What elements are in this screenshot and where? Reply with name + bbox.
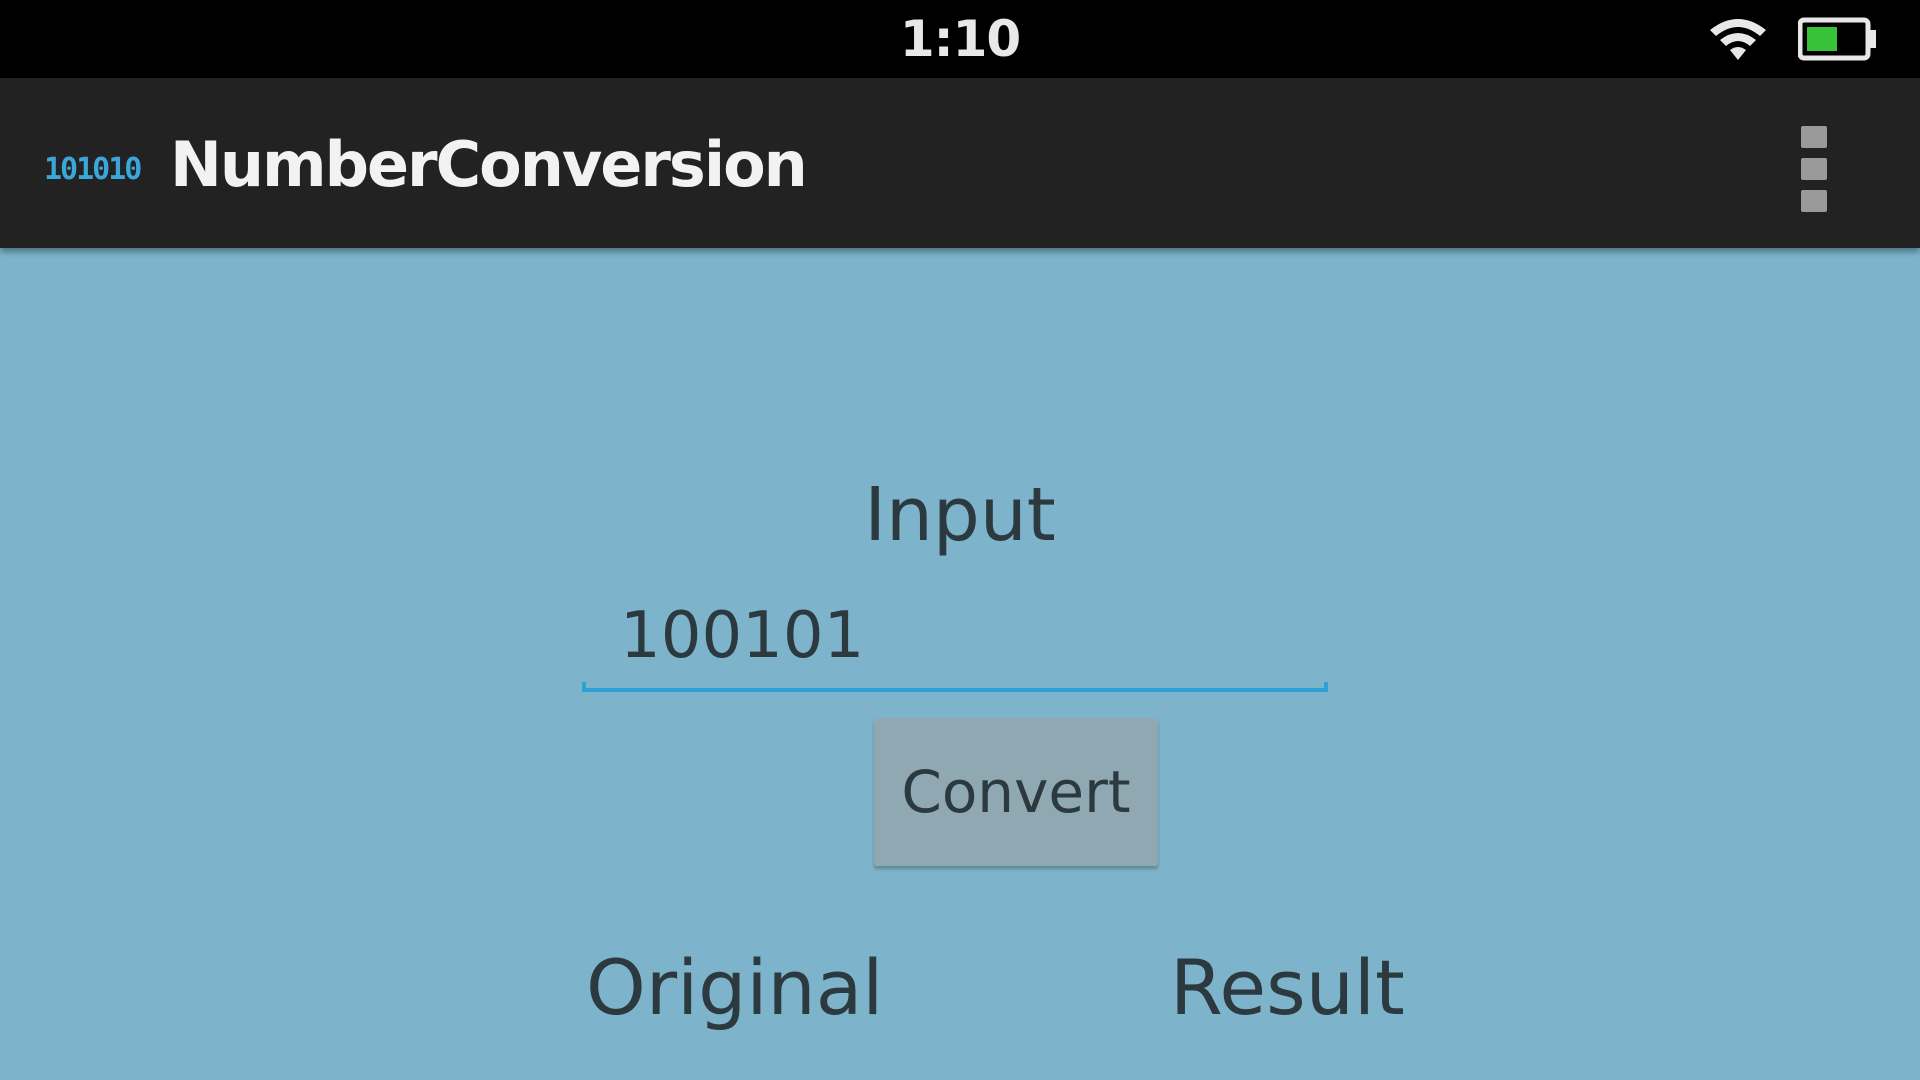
wifi-icon (1710, 19, 1766, 60)
overflow-menu-icon[interactable] (1792, 126, 1836, 212)
result-label: Result (1170, 943, 1405, 1032)
number-input[interactable] (584, 592, 1326, 680)
app-title: NumberConversion (170, 128, 808, 201)
overflow-dot (1801, 126, 1827, 148)
input-label: Input (864, 472, 1056, 558)
input-underline (582, 682, 1328, 692)
app-logo-icon: 101010 (44, 152, 142, 187)
action-bar: 101010 NumberConversion (0, 78, 1920, 248)
app-screen: 1:10 101010 NumberConversion Input Conve… (0, 0, 1920, 1080)
status-time: 1:10 (899, 10, 1021, 68)
battery-icon (1798, 17, 1876, 61)
original-label: Original (586, 943, 884, 1032)
overflow-dot (1801, 190, 1827, 212)
convert-button[interactable]: Convert (874, 718, 1158, 866)
overflow-dot (1801, 158, 1827, 180)
status-bar: 1:10 (0, 0, 1920, 78)
